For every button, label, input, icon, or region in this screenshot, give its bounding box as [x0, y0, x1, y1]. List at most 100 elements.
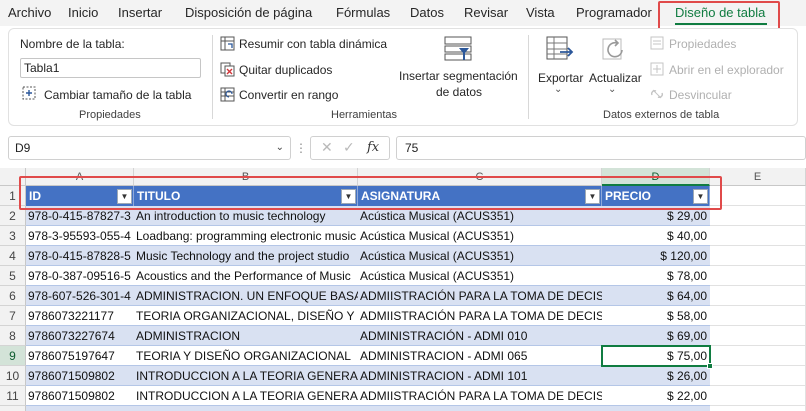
tab-f-rmulas[interactable]: Fórmulas [336, 5, 390, 20]
tab-datos[interactable]: Datos [410, 5, 444, 20]
tab-revisar[interactable]: Revisar [464, 5, 508, 20]
empty-cell-e[interactable] [710, 346, 806, 366]
id-cell[interactable]: 978-0-387-09516-5 [26, 266, 134, 286]
empty-cell-e[interactable] [710, 246, 806, 266]
row-header-12[interactable]: 12 [0, 406, 26, 411]
subject-cell[interactable]: Acústica Musical (ACUS351) [358, 266, 602, 286]
name-box-chevron-icon[interactable]: ⌄ [276, 137, 284, 159]
empty-cell-e[interactable] [710, 326, 806, 346]
fill-handle[interactable] [707, 363, 713, 369]
id-cell[interactable]: 9786071509802 [26, 366, 134, 386]
properties-button[interactable]: Propiedades [669, 37, 736, 51]
refresh-button[interactable]: Actualizar [589, 71, 642, 85]
id-cell[interactable]: 9786073221177 [26, 306, 134, 326]
ribbon-separator [212, 35, 213, 119]
title-cell[interactable]: Acoustics and the Performance of Music [134, 266, 358, 286]
table-name-label: Nombre de la tabla: [20, 37, 125, 51]
resize-table-button[interactable]: Cambiar tamaño de la tabla [44, 88, 191, 102]
formula-buttons: ✕ ✓ fx [310, 136, 390, 160]
tab-programador[interactable]: Programador [576, 5, 652, 20]
refresh-chevron-icon[interactable]: ⌄ [608, 84, 616, 95]
title-cell[interactable]: TEORIA ORGANIZACIONAL, DISEÑO Y CAMBIO [134, 306, 358, 326]
export-icon[interactable] [544, 34, 574, 67]
confirm-icon[interactable]: ✓ [343, 139, 355, 156]
subject-cell[interactable]: ADMINISTRACION - ADMI 101 [358, 366, 602, 386]
tab-insertar[interactable]: Insertar [118, 5, 162, 20]
id-cell[interactable]: 978-607-526-301-4 [26, 286, 134, 306]
row-header-6[interactable]: 6 [0, 286, 26, 306]
empty-cell-e[interactable] [710, 206, 806, 226]
subject-cell[interactable]: ADMIISTRACIÓN PARA LA TOMA DE DECISIONES [358, 306, 602, 326]
row-header-8[interactable]: 8 [0, 326, 26, 346]
row-header-11[interactable]: 11 [0, 386, 26, 406]
title-cell[interactable]: INTRODUCCION A LA TEORIA GENERAL [134, 366, 358, 386]
tab-inicio[interactable]: Inicio [68, 5, 98, 20]
export-chevron-icon[interactable]: ⌄ [554, 84, 562, 95]
empty-cell-e[interactable] [710, 226, 806, 246]
empty-cell-e[interactable] [710, 266, 806, 286]
insert-slicer-button[interactable]: Insertar segmentación [399, 69, 518, 83]
tab-archivo[interactable]: Archivo [8, 5, 51, 20]
menu-bar: Archivo Inicio Insertar Disposición de pági… [0, 0, 806, 31]
column-header-e[interactable]: E [710, 168, 806, 186]
price-cell[interactable]: $ 40,00 [602, 226, 710, 246]
row-header-9[interactable]: 9 [0, 346, 26, 366]
tab-disposici-n-de-p-gina[interactable]: Disposición de página [185, 5, 312, 20]
row-header-5[interactable]: 5 [0, 266, 26, 286]
empty-cell-e[interactable] [710, 366, 806, 386]
price-cell[interactable]: $ 22,00 [602, 386, 710, 406]
title-cell[interactable]: ADMINISTRACION. UN ENFOQUE BASADO [134, 286, 358, 306]
title-cell[interactable]: ADMINISTRACION [134, 326, 358, 346]
table-name-input[interactable] [20, 58, 201, 78]
empty-cell-e[interactable] [710, 386, 806, 406]
unlink-button[interactable]: Desvincular [669, 88, 732, 102]
formula-bar-grip-icon: ⋮ [295, 141, 307, 155]
title-cell[interactable]: Loadbang: programming electronic music [134, 226, 358, 246]
insert-function-icon[interactable]: fx [367, 140, 379, 155]
refresh-icon[interactable] [600, 34, 630, 67]
convert-to-range-button[interactable]: Convertir en rango [239, 88, 338, 102]
subject-cell[interactable]: ADMIISTRACIÓN PARA LA TOMA DE DECISIONES [358, 286, 602, 306]
title-cell[interactable]: TEORIA Y DISEÑO ORGANIZACIONAL [134, 346, 358, 366]
formula-input[interactable]: 75 [396, 136, 806, 160]
price-cell[interactable]: $ 26,00 [602, 366, 710, 386]
price-cell[interactable]: $ 64,00 [602, 286, 710, 306]
unlink-icon [650, 87, 664, 104]
remove-duplicates-button[interactable]: Quitar duplicados [239, 63, 332, 77]
subject-cell[interactable]: ADMIISTRACIÓN PARA LA TOMA DE DECISIONES [358, 386, 602, 406]
price-cell[interactable]: $ 69,00 [602, 326, 710, 346]
ribbon-separator [528, 35, 529, 119]
empty-cell-e[interactable] [710, 406, 806, 411]
name-box[interactable]: D9 ⌄ [8, 136, 291, 160]
id-cell[interactable]: 978-0-415-87828-5 [26, 246, 134, 266]
tab-vista[interactable]: Vista [526, 5, 555, 20]
title-cell[interactable]: Music Technology and the project studio [134, 246, 358, 266]
subject-cell[interactable]: Acústica Musical (ACUS351) [358, 226, 602, 246]
row-header-4[interactable]: 4 [0, 246, 26, 266]
convert-range-icon [220, 87, 235, 105]
id-cell[interactable]: 978-3-95593-055-4 [26, 226, 134, 246]
open-in-browser-button[interactable]: Abrir en el explorador [669, 63, 784, 77]
pivot-summary-button[interactable]: Resumir con tabla dinámica [239, 37, 387, 51]
id-cell[interactable]: 9786071509802 [26, 386, 134, 406]
row-header-10[interactable]: 10 [0, 366, 26, 386]
cancel-icon[interactable]: ✕ [321, 139, 333, 156]
tab-dise-o-de-tabla[interactable]: Diseño de tabla [675, 5, 765, 20]
remove-duplicates-icon [220, 62, 235, 80]
empty-cell-e[interactable] [710, 186, 806, 206]
price-cell[interactable]: $ 78,00 [602, 266, 710, 286]
subject-cell[interactable]: ADMINISTRACIÓN - ADMI 010 [358, 326, 602, 346]
title-cell[interactable]: INTRODUCCION A LA TEORIA GENERAL [134, 386, 358, 406]
price-cell[interactable]: $ 120,00 [602, 246, 710, 266]
row-header-3[interactable]: 3 [0, 226, 26, 246]
price-cell[interactable]: $ 58,00 [602, 306, 710, 326]
slicer-icon[interactable] [443, 35, 473, 66]
id-cell[interactable]: 9786073227674 [26, 326, 134, 346]
row-header-7[interactable]: 7 [0, 306, 26, 326]
id-cell[interactable]: 9786075197647 [26, 346, 134, 366]
subject-cell[interactable]: ADMINISTRACION - ADMI 065 [358, 346, 602, 366]
export-button[interactable]: Exportar [538, 71, 583, 85]
subject-cell[interactable]: Acústica Musical (ACUS351) [358, 246, 602, 266]
empty-cell-e[interactable] [710, 306, 806, 326]
empty-cell-e[interactable] [710, 286, 806, 306]
